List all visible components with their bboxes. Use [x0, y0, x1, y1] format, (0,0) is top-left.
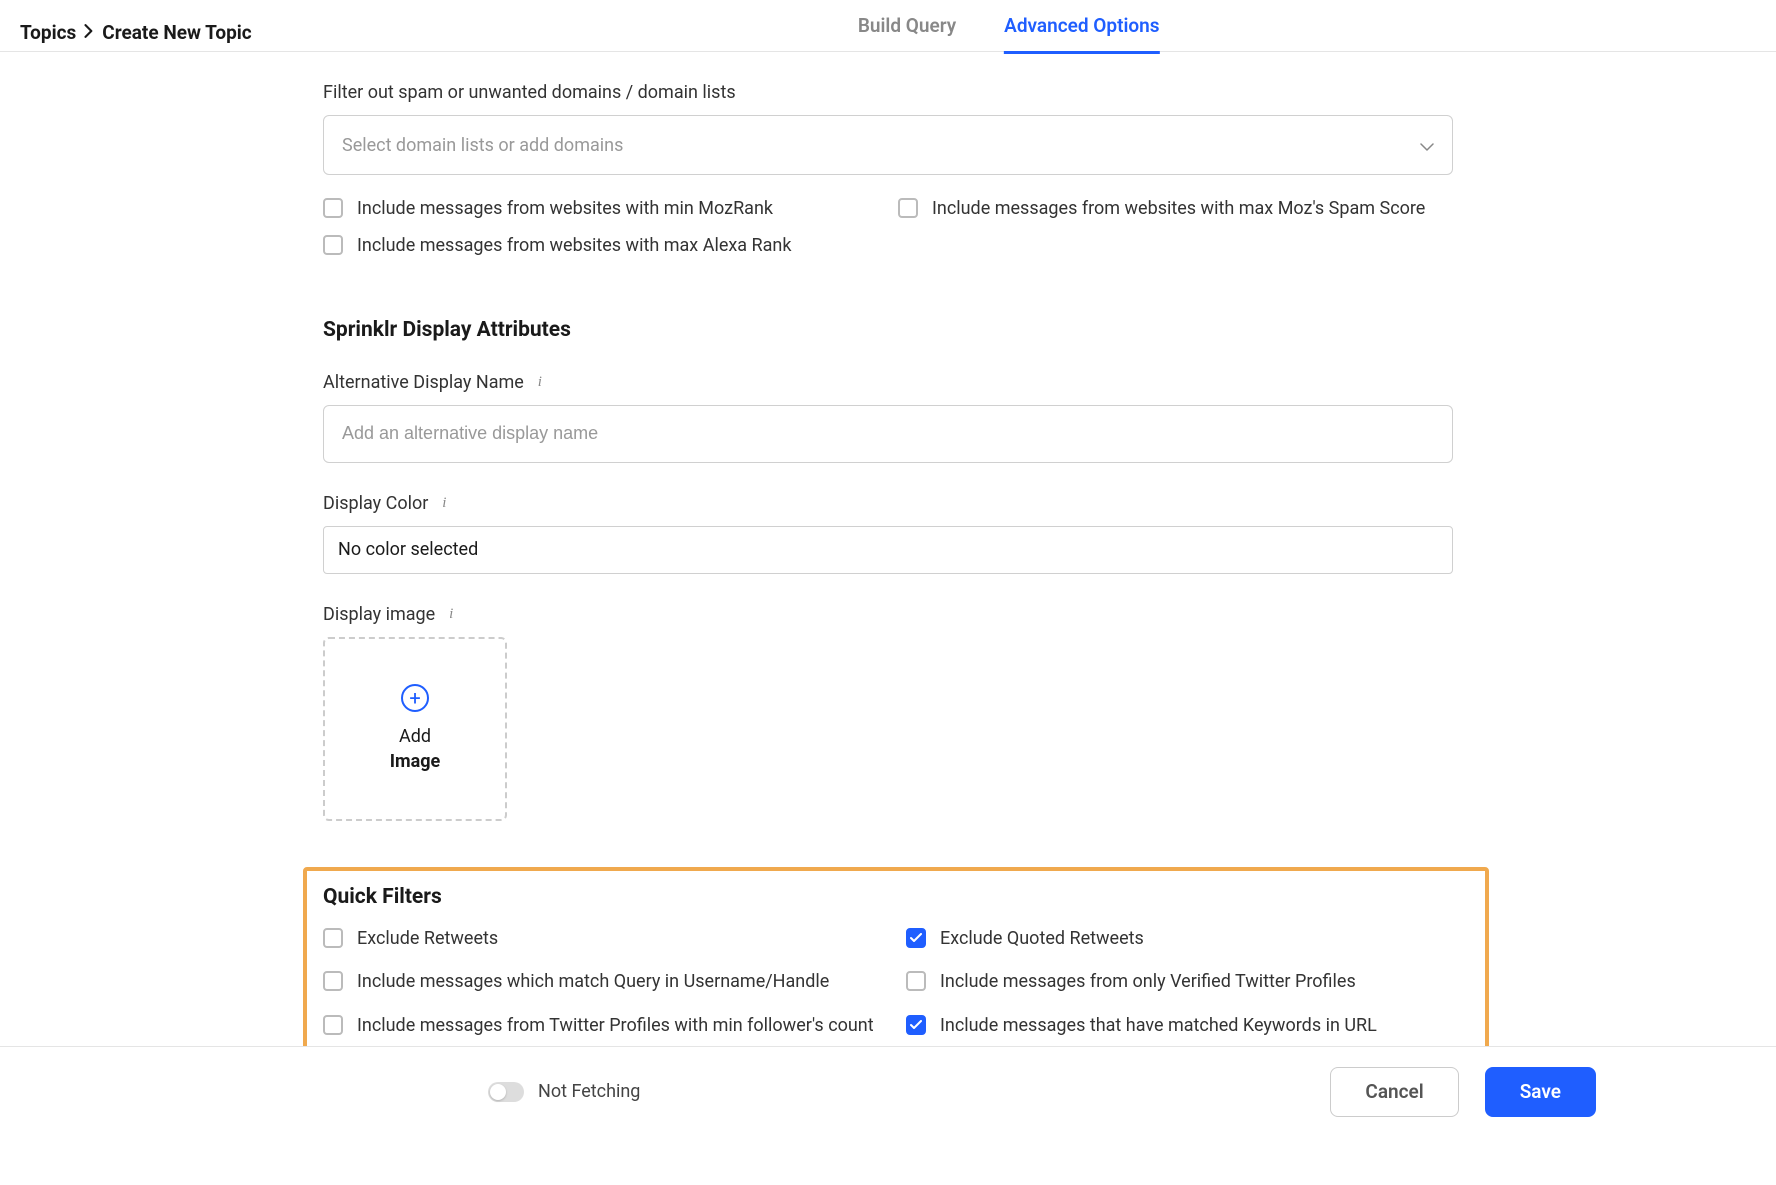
- quick-filter-checkbox[interactable]: [323, 971, 343, 991]
- display-image-label: Display image: [323, 604, 435, 625]
- quick-filter-label: Include messages from Twitter Profiles w…: [357, 1014, 874, 1037]
- quick-filter-label: Exclude Retweets: [357, 927, 498, 950]
- toggle-knob: [490, 1084, 506, 1100]
- tab-advanced-options[interactable]: Advanced Options: [1004, 14, 1159, 54]
- save-button[interactable]: Save: [1485, 1067, 1596, 1117]
- footer-bar: Not Fetching Cancel Save: [0, 1046, 1776, 1136]
- add-image-text: Add Image: [390, 724, 441, 774]
- checkbox-max-alexa-rank[interactable]: [323, 235, 343, 255]
- quick-filter-row: Exclude Retweets: [323, 927, 886, 950]
- alt-display-name-label: Alternative Display Name: [323, 372, 524, 393]
- breadcrumb-current: Create New Topic: [102, 21, 251, 44]
- breadcrumb-root[interactable]: Topics: [20, 21, 76, 44]
- display-color-value: No color selected: [338, 539, 478, 560]
- plus-circle-icon: +: [401, 684, 429, 712]
- chevron-down-icon: [1420, 136, 1434, 155]
- chevron-right-icon: [84, 23, 94, 42]
- quick-filter-checkbox[interactable]: [323, 1015, 343, 1035]
- tabs: Build Query Advanced Options: [858, 14, 1160, 1150]
- checkbox-min-mozrank-label: Include messages from websites with min …: [357, 197, 773, 220]
- fetch-toggle[interactable]: [488, 1082, 524, 1102]
- page-header: Topics Create New Topic Build Query Adva…: [0, 0, 1776, 52]
- quick-filter-row: Include messages from Twitter Profiles w…: [323, 1014, 886, 1037]
- checkbox-max-alexa-rank-row: Include messages from websites with max …: [323, 234, 878, 257]
- checkbox-min-mozrank[interactable]: [323, 198, 343, 218]
- quick-filter-checkbox[interactable]: [323, 928, 343, 948]
- info-icon[interactable]: i: [436, 495, 452, 511]
- fetch-toggle-label: Not Fetching: [538, 1081, 640, 1102]
- domain-list-placeholder: Select domain lists or add domains: [342, 135, 623, 156]
- quick-filter-row: Include messages which match Query in Us…: [323, 970, 886, 993]
- checkbox-min-mozrank-row: Include messages from websites with min …: [323, 197, 878, 220]
- breadcrumb: Topics Create New Topic: [20, 21, 252, 44]
- display-color-label: Display Color: [323, 493, 428, 514]
- info-icon[interactable]: i: [532, 374, 548, 390]
- quick-filter-label: Include messages which match Query in Us…: [357, 970, 829, 993]
- checkbox-max-alexa-rank-label: Include messages from websites with max …: [357, 234, 792, 257]
- add-image-button[interactable]: + Add Image: [323, 637, 507, 821]
- tab-build-query[interactable]: Build Query: [858, 14, 956, 54]
- cancel-button[interactable]: Cancel: [1330, 1067, 1458, 1117]
- fetch-toggle-wrap: Not Fetching: [488, 1081, 640, 1102]
- info-icon[interactable]: i: [443, 606, 459, 622]
